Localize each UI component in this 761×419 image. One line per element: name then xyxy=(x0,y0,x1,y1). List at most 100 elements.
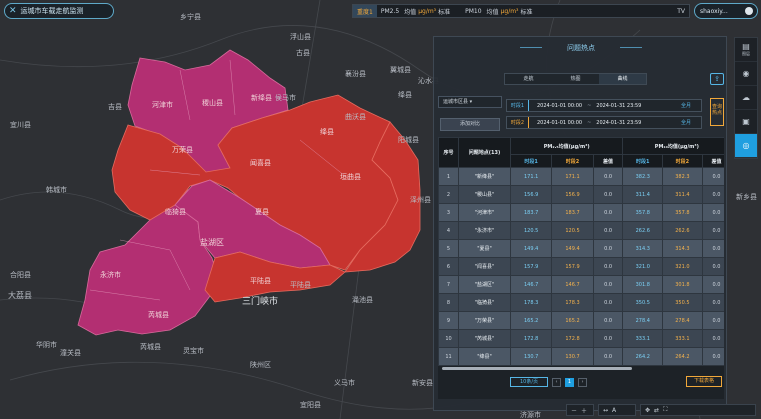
subcol-pm25-t1[interactable]: 时段1 xyxy=(509,154,553,168)
user-menu[interactable]: shaoxiy... xyxy=(694,3,758,19)
cell-pm10-t2: 314.3 xyxy=(662,239,703,258)
cell-pm10-t1: 357.8 xyxy=(622,203,664,222)
cell-pm25-t2: 165.2 xyxy=(551,311,594,330)
region-label: 夏县 xyxy=(255,208,269,216)
layers-button[interactable]: ▤ 图层 xyxy=(735,38,757,62)
time-range-1[interactable]: 时段1 2024-01-01 00:00 ~ 2024-01-31 23:59 … xyxy=(506,99,702,112)
cell-pm25-t1: 172.8 xyxy=(509,329,553,348)
tab-walk[interactable]: 走航 xyxy=(505,74,552,84)
page-size-select[interactable]: 10条/页 xyxy=(510,377,548,387)
region-label: 芮城县 xyxy=(148,311,169,319)
page-current[interactable]: 1 xyxy=(565,377,574,387)
table-row[interactable]: 11"绛县"130.7130.70.0264.2264.20.0N/A xyxy=(438,347,724,366)
subcol-pm10-t2[interactable]: 时段2 xyxy=(662,154,703,168)
subcol-pm10-t1[interactable]: 时段1 xyxy=(622,154,664,168)
time-range-1-agg[interactable]: 全月 xyxy=(681,102,691,109)
cell-index: 3 xyxy=(438,203,459,222)
route-icon[interactable]: ⇄ xyxy=(654,407,659,414)
app-title: 运城市车载走航监测 xyxy=(20,7,84,15)
tab-curve[interactable]: 曲线 xyxy=(599,74,646,84)
cell-name: "永济市" xyxy=(458,221,511,240)
topbar-pm25-label[interactable]: PM2.5 xyxy=(377,8,403,15)
zoom-in-icon[interactable]: ＋ xyxy=(581,406,587,415)
table-row[interactable]: 6"闻喜县"157.9157.90.0321.0321.00.0N/A xyxy=(438,257,724,276)
time-range-2-end[interactable]: 2024-01-31 23:59 xyxy=(596,120,641,126)
cell-name: "闻喜县" xyxy=(458,257,511,276)
time-range-2[interactable]: 时段2 2024-01-01 00:00 ~ 2024-01-31 23:59 … xyxy=(506,116,702,129)
cell-pm10-t2: 357.8 xyxy=(662,203,703,222)
cell-name: "夏县" xyxy=(458,239,511,258)
target-button[interactable]: ◎ xyxy=(735,134,757,158)
topbar-active-level[interactable]: 重度1 xyxy=(353,5,377,17)
cloud-button[interactable]: ☁ xyxy=(735,86,757,110)
cell-pm25-t2: 130.7 xyxy=(551,347,594,366)
time-range-1-label: 时段1 xyxy=(507,100,529,111)
col-name[interactable]: 问题地点(13) xyxy=(458,137,511,168)
cell-index: 9 xyxy=(438,311,459,330)
text-icon[interactable]: A xyxy=(612,407,616,414)
table-row[interactable]: 7"盐湖区"146.7146.70.0301.8301.80.00.229 xyxy=(438,275,724,294)
cell-name: "盐湖区" xyxy=(458,275,511,294)
fullscreen-icon[interactable]: ⛶ xyxy=(663,406,667,414)
export-button[interactable]: ⇪ xyxy=(710,73,724,85)
time-range-2-agg[interactable]: 全月 xyxy=(681,119,691,126)
region-select[interactable]: 运城市区县 ▾ xyxy=(438,96,502,108)
map-label: 乡宁县 xyxy=(180,13,201,21)
download-table-button[interactable]: 下载表格 xyxy=(686,376,722,387)
table-row[interactable]: 10"芮城县"172.8172.80.0333.1333.10.0N/A xyxy=(438,329,724,348)
measure-icon[interactable]: ↔ xyxy=(603,407,608,414)
cell-index: 2 xyxy=(438,185,459,204)
table-row[interactable]: 8"临猗县"178.3178.30.0350.5350.50.0N/A xyxy=(438,293,724,312)
time-range-2-start[interactable]: 2024-01-01 00:00 xyxy=(537,120,582,126)
cell-pm10-t2: 264.2 xyxy=(662,347,703,366)
table-scrollbar[interactable] xyxy=(442,367,632,370)
cell-pm25-t2: 149.4 xyxy=(551,239,594,258)
cell-index: 11 xyxy=(438,347,459,366)
cell-index: 1 xyxy=(438,167,459,186)
panel-tabs: 走航 热图 曲线 xyxy=(504,73,647,85)
map-label: 新安县 xyxy=(412,379,433,387)
table-row[interactable]: 5"夏县"149.4149.40.0314.3314.30.0N/A xyxy=(438,239,724,258)
query-hotspot-button[interactable]: 查询热点 xyxy=(710,98,724,126)
tab-heatmap[interactable]: 热图 xyxy=(552,74,599,84)
subcol-pm25-diff[interactable]: 差值 xyxy=(592,154,624,168)
cell-pm10-t1: 350.5 xyxy=(622,293,664,312)
cell-pm10-t2: 333.1 xyxy=(662,329,703,348)
cell-name: "临猗县" xyxy=(458,293,511,312)
pan-icon[interactable]: ✥ xyxy=(645,407,650,414)
map-label: 华阴市 xyxy=(36,341,57,349)
table-row[interactable]: 3"河津市"183.7183.70.0357.8357.80.0N/A xyxy=(438,203,724,222)
cell-pm25-diff: 0.0 xyxy=(592,293,624,312)
table-row[interactable]: 9"万荣县"165.2165.20.0278.4278.40.0N/A xyxy=(438,311,724,330)
cell-pm25-t1: 178.3 xyxy=(509,293,553,312)
cell-pm10-t2: 382.3 xyxy=(662,167,703,186)
cell-pm25-t1: 183.7 xyxy=(509,203,553,222)
location-button[interactable]: ◉ xyxy=(735,62,757,86)
table-row[interactable]: 2"稷山县"156.9156.90.0311.4311.40.00.227 xyxy=(438,185,724,204)
time-range-1-end[interactable]: 2024-01-31 23:59 xyxy=(596,103,641,109)
cell-pm25-t1: 146.7 xyxy=(509,275,553,294)
table-row[interactable]: 1"新绛县"171.1171.10.0382.3382.30.0N/A xyxy=(438,167,724,186)
cell-name: "稷山县" xyxy=(458,185,511,204)
time-range-1-start[interactable]: 2024-01-01 00:00 xyxy=(537,103,582,109)
next-page-button[interactable]: › xyxy=(578,377,587,387)
subcol-pm25-t2[interactable]: 时段2 xyxy=(551,154,594,168)
map-label: 古县 xyxy=(296,49,310,57)
app-title-pill[interactable]: ✕ 运城市车载走航监测 xyxy=(4,3,114,19)
x-logo-icon: ✕ xyxy=(9,6,17,16)
image-button[interactable]: ▣ xyxy=(735,110,757,134)
zoom-out-icon[interactable]: － xyxy=(571,406,577,415)
cell-pm25-diff: 0.0 xyxy=(592,311,624,330)
map-label: 泽州县 xyxy=(410,196,431,204)
cell-pm25-t2: 171.1 xyxy=(551,167,594,186)
map-label: 侯马市 xyxy=(275,94,296,102)
subcol-pm10-diff[interactable]: 差值 xyxy=(701,154,724,168)
topbar-tvoc[interactable]: TV xyxy=(673,8,689,15)
add-compare-button[interactable]: 添加对比 xyxy=(440,118,500,131)
region-label: 垣曲县 xyxy=(340,173,361,181)
cell-pm10-diff: 0.0 xyxy=(701,311,724,330)
topbar-pm10-label[interactable]: PM10 xyxy=(461,8,485,15)
table-row[interactable]: 4"永济市"120.5120.50.0262.6262.60.0N/A xyxy=(438,221,724,240)
prev-page-button[interactable]: ‹ xyxy=(552,377,561,387)
region-select-value: 运城市区县 xyxy=(443,99,469,105)
